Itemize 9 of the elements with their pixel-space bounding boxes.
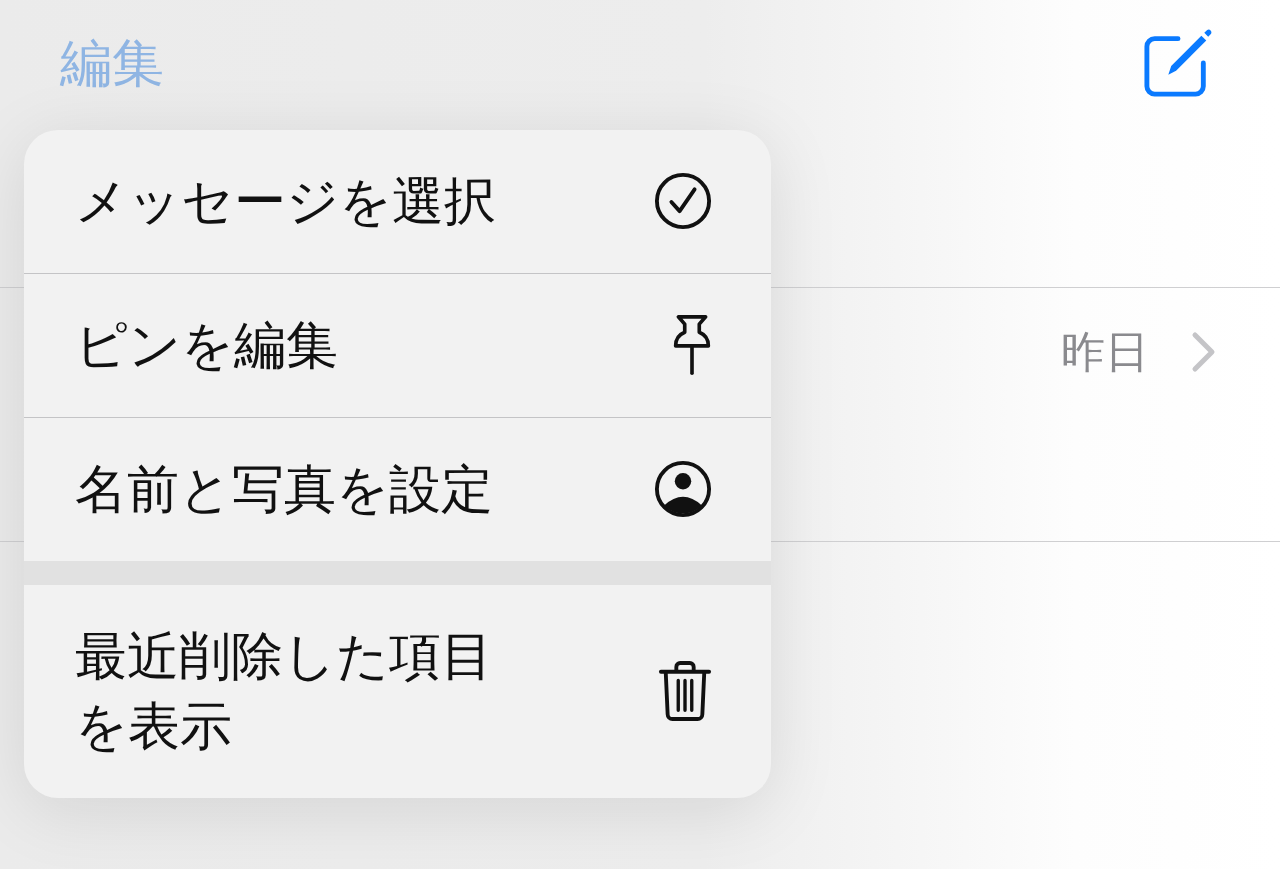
chevron-right-icon [1191, 331, 1217, 373]
menu-item[interactable]: ピンを編集 [24, 273, 771, 417]
pushpin-icon [672, 313, 712, 377]
check-circle-icon [654, 172, 712, 230]
menu-item[interactable]: メッセージを選択 [24, 130, 771, 273]
trash-icon [658, 660, 712, 722]
menu-item[interactable]: 最近削除した項目を表示 [24, 585, 771, 798]
date-label: 昨日 [1061, 328, 1149, 376]
person-circle-icon [654, 460, 712, 518]
